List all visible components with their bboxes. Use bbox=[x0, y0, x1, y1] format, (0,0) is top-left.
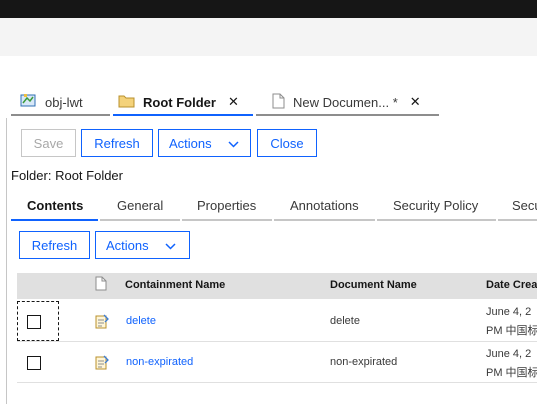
containment-name-link[interactable]: non-expirated bbox=[126, 356, 193, 368]
row-checkbox[interactable] bbox=[27, 315, 41, 329]
inner-tab-underline bbox=[377, 219, 496, 221]
tab-general[interactable]: General bbox=[117, 198, 163, 213]
pane-border bbox=[6, 118, 7, 404]
row-divider bbox=[17, 341, 537, 342]
document-name: delete bbox=[330, 315, 360, 327]
tab-root-folder[interactable]: Root Folder ✕ bbox=[118, 88, 239, 116]
close-button[interactable]: Close bbox=[257, 129, 317, 157]
tab-new-document[interactable]: New Documen... * ✕ bbox=[272, 88, 421, 116]
document-edit-icon bbox=[95, 314, 109, 332]
inner-tab-underline bbox=[100, 219, 180, 221]
date-created: PM 中国标 bbox=[486, 325, 537, 337]
top-bar bbox=[0, 0, 537, 18]
date-created: June 4, 2 bbox=[486, 348, 532, 360]
tab-label: Root Folder bbox=[143, 94, 216, 110]
close-icon[interactable]: ✕ bbox=[410, 94, 421, 110]
actions-button[interactable]: Actions bbox=[158, 129, 251, 157]
actions-label: Actions bbox=[169, 135, 212, 151]
tab-security[interactable]: Secu bbox=[512, 198, 537, 213]
refresh-button[interactable]: Refresh bbox=[19, 231, 90, 259]
tab-contents[interactable]: Contents bbox=[27, 198, 83, 213]
tab-security-policy[interactable]: Security Policy bbox=[393, 198, 478, 213]
document-icon bbox=[95, 276, 107, 294]
document-name: non-expirated bbox=[330, 356, 398, 368]
tab-annotations[interactable]: Annotations bbox=[290, 198, 359, 213]
tab-label: New Documen... * bbox=[293, 94, 398, 110]
chevron-down-icon bbox=[228, 136, 239, 151]
folder-icon bbox=[118, 94, 135, 111]
actions-label: Actions bbox=[106, 237, 149, 253]
actions-button[interactable]: Actions bbox=[95, 231, 190, 259]
date-created: June 4, 2 bbox=[486, 306, 532, 318]
column-header-containment-name[interactable]: Containment Name bbox=[125, 279, 225, 291]
containment-name-link[interactable]: delete bbox=[126, 315, 156, 327]
document-icon bbox=[272, 93, 285, 112]
column-header-date-created[interactable]: Date Crea bbox=[486, 279, 537, 291]
inner-tab-underline bbox=[498, 219, 537, 221]
refresh-button[interactable]: Refresh bbox=[81, 129, 153, 157]
tab-underline-active bbox=[113, 114, 253, 116]
row-checkbox[interactable] bbox=[27, 356, 41, 370]
tab-label: obj-lwt bbox=[45, 94, 83, 110]
folder-label: Folder: Root Folder bbox=[11, 168, 123, 183]
date-created: PM 中国标 bbox=[486, 367, 537, 379]
inner-tab-underline bbox=[182, 219, 272, 221]
row-divider bbox=[17, 382, 537, 383]
inner-tab-underline bbox=[274, 219, 375, 221]
tab-underline bbox=[11, 114, 110, 116]
inner-tab-underline-active bbox=[11, 219, 98, 221]
chevron-down-icon bbox=[165, 238, 176, 253]
close-icon[interactable]: ✕ bbox=[228, 94, 239, 110]
column-header-document-name[interactable]: Document Name bbox=[330, 279, 417, 291]
tab-underline bbox=[256, 114, 439, 116]
header-bar bbox=[0, 18, 537, 56]
document-edit-icon bbox=[95, 355, 109, 373]
object-icon bbox=[20, 93, 37, 111]
tab-obj-lwt[interactable]: obj-lwt bbox=[20, 88, 83, 116]
save-button[interactable]: Save bbox=[21, 129, 76, 157]
tab-properties[interactable]: Properties bbox=[197, 198, 256, 213]
